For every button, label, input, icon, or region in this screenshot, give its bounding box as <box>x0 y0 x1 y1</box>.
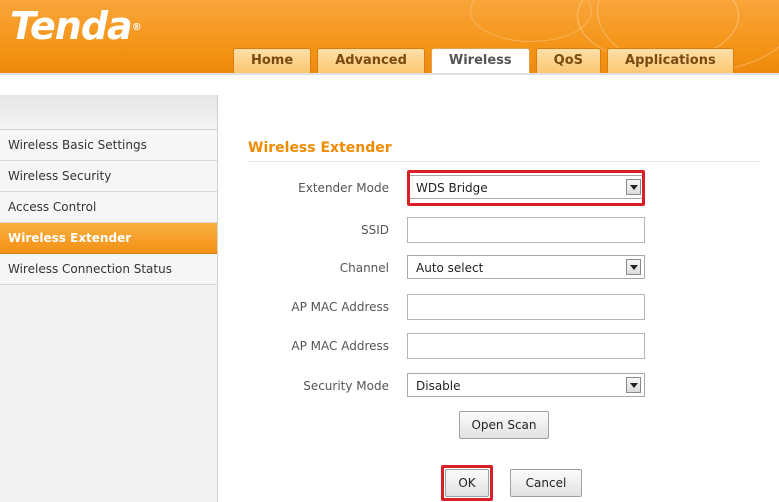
sidebar-item-wireless-extender[interactable]: Wireless Extender <box>0 223 217 254</box>
sidebar: Wireless Basic Settings Wireless Securit… <box>0 95 218 502</box>
security-mode-label: Security Mode <box>303 379 389 393</box>
chevron-down-icon <box>626 259 641 275</box>
tab-applications[interactable]: Applications <box>607 48 734 73</box>
ssid-input[interactable] <box>407 217 645 243</box>
extender-mode-select[interactable]: WDS Bridge <box>407 175 645 199</box>
sidebar-menu: Wireless Basic Settings Wireless Securit… <box>0 130 217 285</box>
section-divider <box>248 161 761 162</box>
header-decoration <box>470 0 592 42</box>
ok-button[interactable]: OK <box>445 469 489 497</box>
channel-value: Auto select <box>416 261 484 275</box>
header-bar: Tenda® Home Advanced Wireless QoS Applic… <box>0 0 779 73</box>
ap-mac-input-1[interactable] <box>407 294 645 320</box>
open-scan-button[interactable]: Open Scan <box>459 411 549 439</box>
logo-registered-mark: ® <box>131 22 142 33</box>
ap-mac-row-2: AP MAC Address <box>218 333 779 361</box>
channel-label: Channel <box>339 261 389 275</box>
sidebar-header <box>0 95 217 130</box>
ssid-label: SSID <box>360 223 389 237</box>
tab-wireless[interactable]: Wireless <box>430 48 530 73</box>
logo-text: Tenda <box>10 4 133 48</box>
ap-mac-input-2[interactable] <box>407 333 645 359</box>
main-content: Wireless Extender Extender Mode WDS Brid… <box>218 95 779 502</box>
security-mode-value: Disable <box>416 379 461 393</box>
chevron-down-icon <box>626 179 641 195</box>
tenda-logo[interactable]: Tenda® <box>10 4 142 48</box>
sidebar-item-wireless-connection-status[interactable]: Wireless Connection Status <box>0 254 217 285</box>
extender-mode-row: Extender Mode WDS Bridge <box>218 175 779 203</box>
section-title: Wireless Extender <box>248 140 392 156</box>
extender-mode-value: WDS Bridge <box>416 181 488 195</box>
ap-mac-row-1: AP MAC Address <box>218 294 779 322</box>
chevron-down-icon <box>626 377 641 393</box>
ap-mac-label-1: AP MAC Address <box>291 300 389 314</box>
sidebar-item-wireless-basic-settings[interactable]: Wireless Basic Settings <box>0 130 217 161</box>
header-divider <box>0 73 779 75</box>
sidebar-item-access-control[interactable]: Access Control <box>0 192 217 223</box>
extender-mode-label: Extender Mode <box>298 181 389 195</box>
channel-select[interactable]: Auto select <box>407 255 645 279</box>
cancel-button[interactable]: Cancel <box>510 469 582 497</box>
tab-advanced[interactable]: Advanced <box>317 48 425 73</box>
security-mode-select[interactable]: Disable <box>407 373 645 397</box>
security-mode-row: Security Mode Disable <box>218 373 779 401</box>
ssid-row: SSID <box>218 217 779 245</box>
sidebar-item-wireless-security[interactable]: Wireless Security <box>0 161 217 192</box>
ap-mac-label-2: AP MAC Address <box>291 339 389 353</box>
main-nav: Home Advanced Wireless QoS Applications <box>233 48 734 73</box>
tab-home[interactable]: Home <box>233 48 312 73</box>
tab-qos[interactable]: QoS <box>535 48 602 73</box>
channel-row: Channel Auto select <box>218 255 779 283</box>
